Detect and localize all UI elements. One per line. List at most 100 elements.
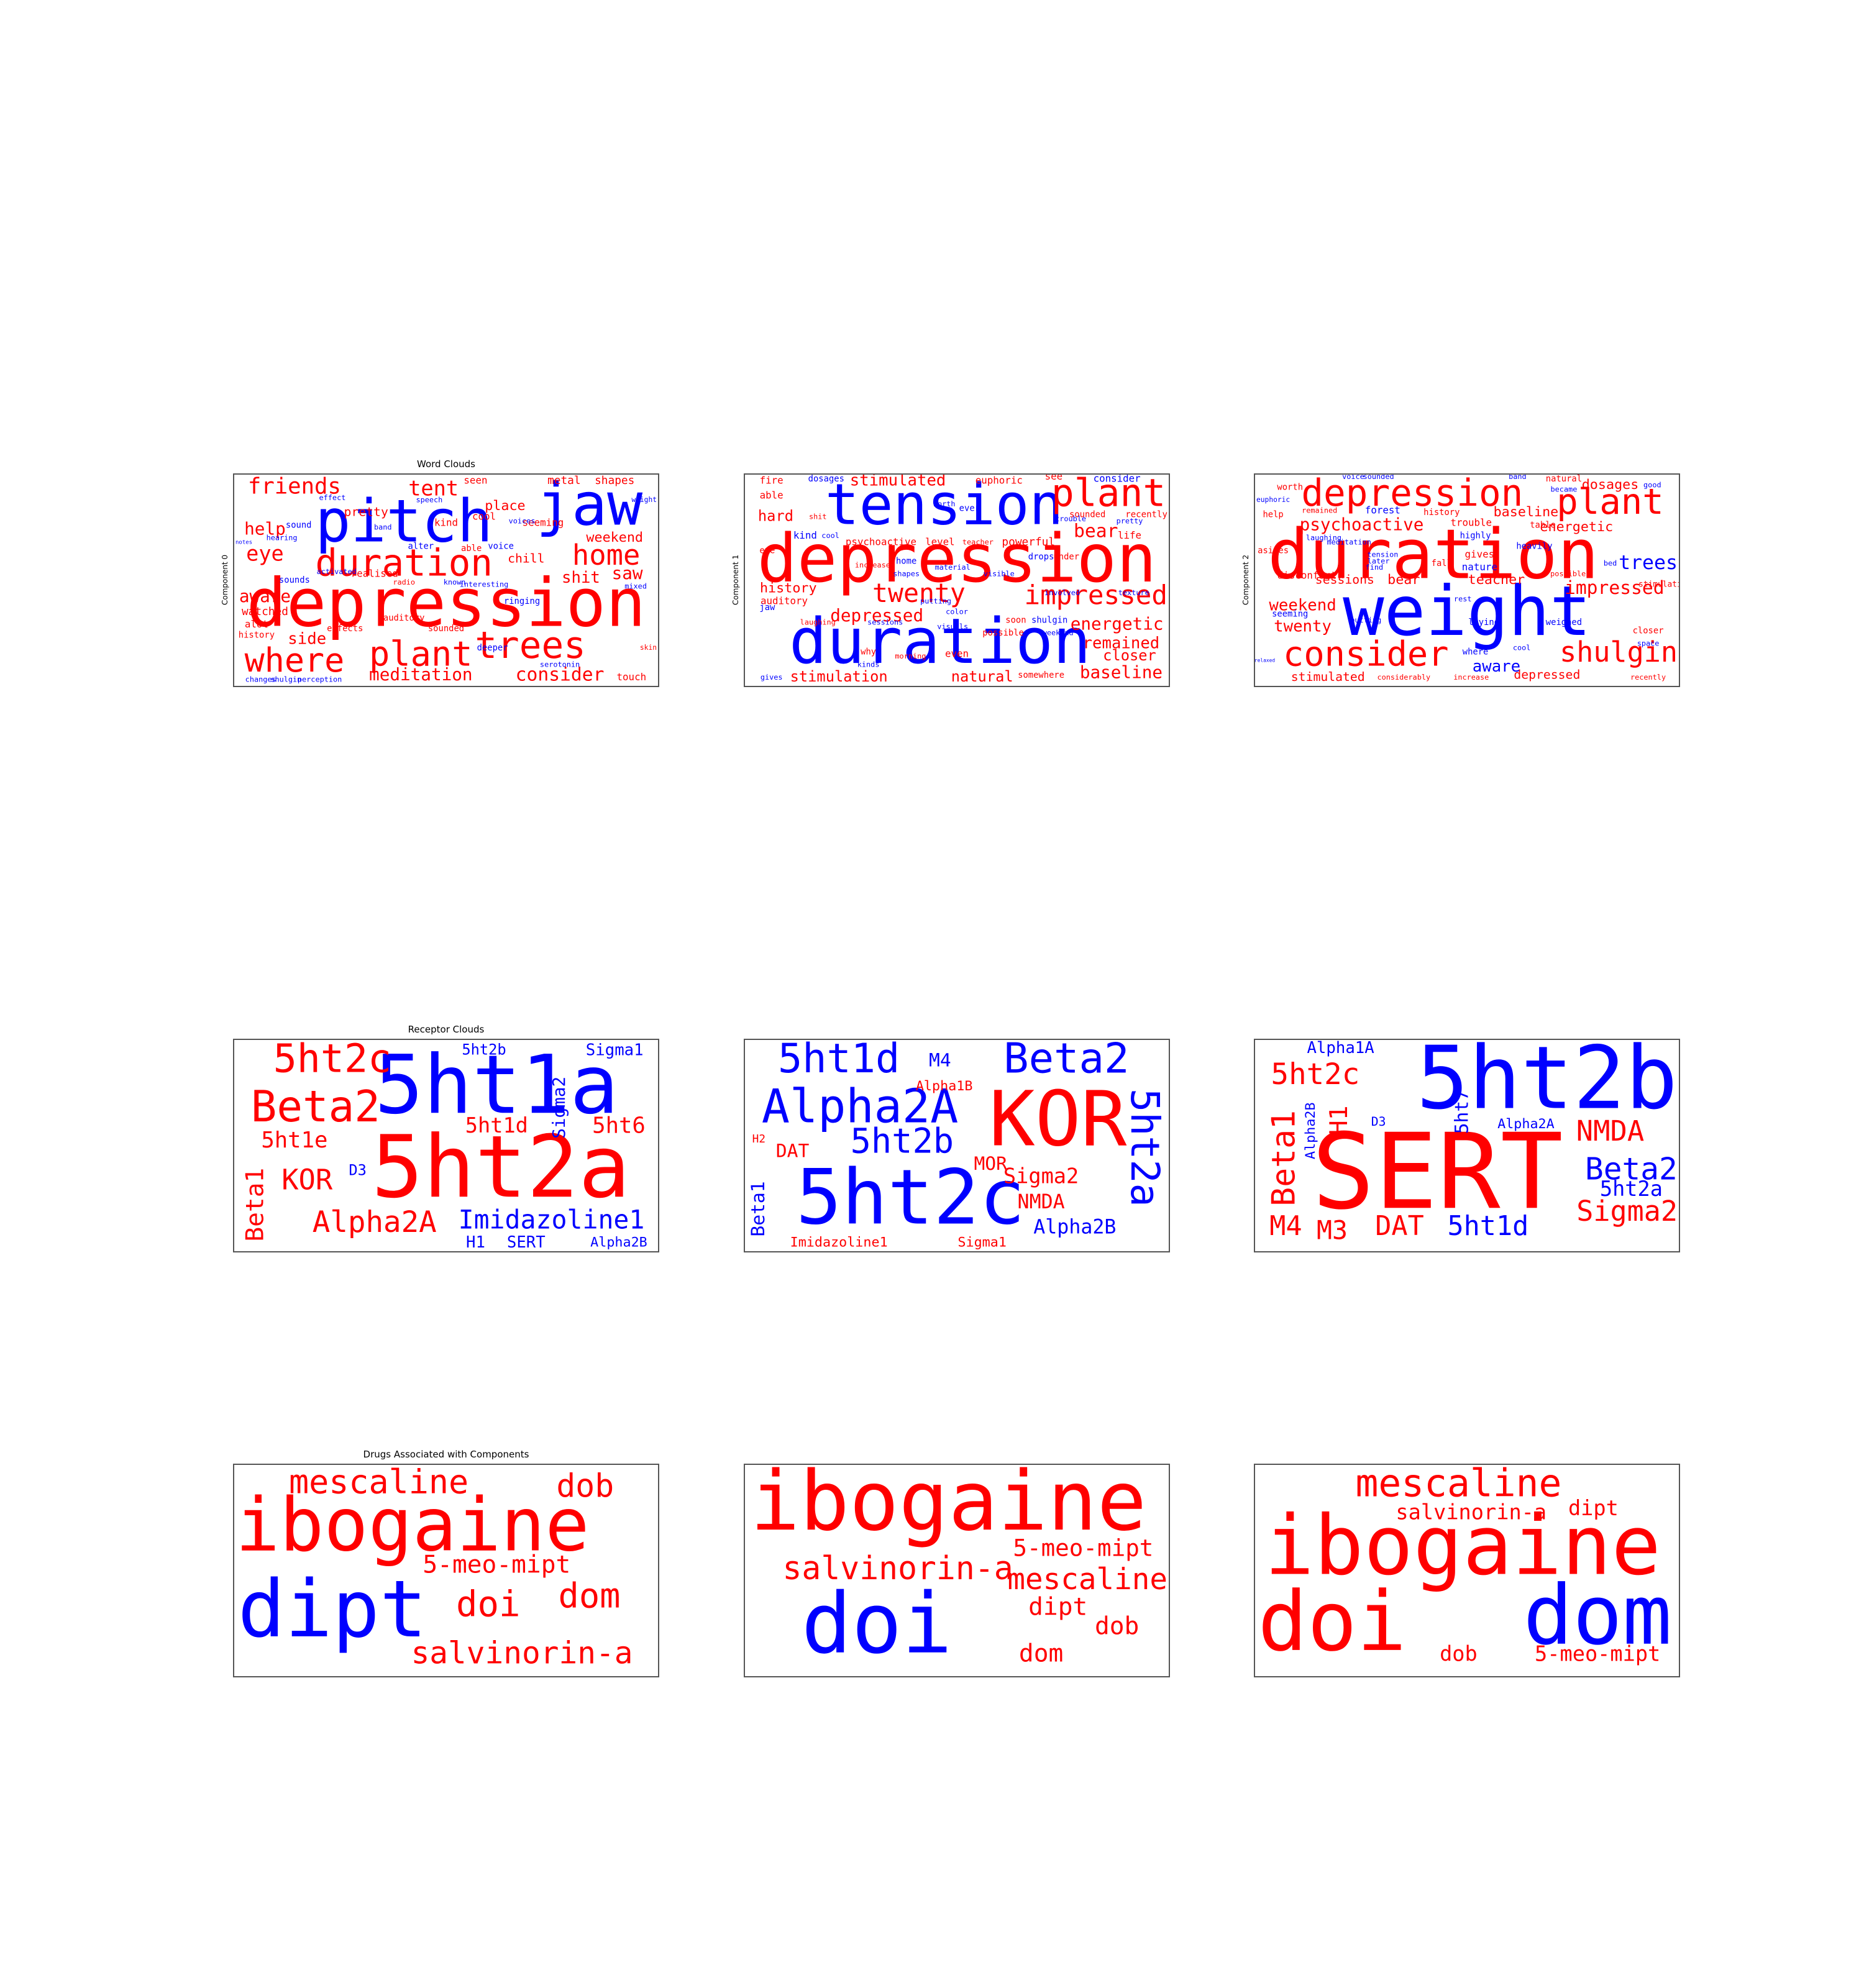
cloud-word: dom [559, 1576, 621, 1616]
section-title: Word Clouds [417, 458, 475, 470]
cloud-word: doi [1258, 1574, 1406, 1670]
cloud-word: doi [456, 1583, 521, 1625]
cloud-word: trouble [1055, 514, 1086, 523]
cloud-word: sessions [867, 618, 903, 627]
cloud-word: salvinorin-a [782, 1550, 1013, 1587]
cloud-word: M4 [1269, 1211, 1302, 1242]
cloud-word: table [1530, 521, 1556, 531]
cloud-word: 5ht2a [1122, 1088, 1168, 1206]
cloud-word: jaw [759, 603, 775, 613]
cloud-word: auditory [383, 613, 425, 623]
cloud-word: trouble [1450, 517, 1492, 529]
cloud-word: consider [1283, 635, 1448, 675]
wordcloud-panel: duration weight depression plant consider shu… [1254, 473, 1680, 687]
cloud-word: dob [1440, 1642, 1478, 1666]
cloud-word: remained [1302, 506, 1337, 514]
cloud-word: dipt [1028, 1593, 1087, 1621]
cloud-word: shit [562, 568, 600, 587]
cloud-word: Sigma2 [549, 1077, 569, 1139]
cloud-word: morning [895, 652, 926, 660]
cloud-word: closer [1633, 626, 1664, 636]
cloud-word: dom [1019, 1639, 1063, 1668]
cloud-word: 5ht7 [1451, 1090, 1473, 1134]
cloud-word: relaxed [1255, 658, 1275, 663]
cloud-word: material [935, 563, 971, 572]
wordcloud-svg: depressiondurationtensionplantimpressedt… [757, 475, 1167, 685]
cloud-word: alter [408, 542, 434, 552]
cloud-word: Beta2 [1003, 1040, 1129, 1083]
cloud-word: D3 [349, 1161, 367, 1179]
cloud-word: saw [612, 563, 643, 583]
cloud-word: worth [1277, 482, 1303, 492]
cloud-word: weighed [1546, 618, 1582, 627]
cloud-word: Beta1 [747, 1181, 769, 1236]
cloud-word: natural [951, 668, 1013, 685]
cloud-word: radio [393, 578, 415, 586]
cloud-word: Imidazoline1 [790, 1234, 888, 1250]
cloud-word: laughing [800, 618, 836, 627]
cloud-word: became [1551, 485, 1578, 493]
cloud-word: bear [1387, 572, 1420, 588]
cloud-word: able [461, 544, 482, 554]
wordcloud-panel: KOR 5ht2c Alpha2A Beta2 5ht1d 5ht2b 5ht2a Sigma… [744, 1039, 1170, 1252]
cloud-word: shulgin [270, 675, 301, 683]
cloud-word: euphoric [1256, 496, 1290, 504]
cloud-word: Imidazoline1 [459, 1204, 645, 1234]
wordcloud-panel: 5ht1a 5ht2a 5ht2c Beta2 Alpha2A Imidazoline1 K… [233, 1039, 659, 1252]
cloud-word: perception [298, 675, 342, 683]
wordcloud-panel: ibogaine dipt mescaline dob 5-meo-mipt dom doi… [233, 1464, 659, 1677]
cloud-word: involved [1044, 588, 1080, 597]
cloud-word: Beta1 [240, 1168, 269, 1242]
wordcloud-panel: ibogaine doi dom mescaline salvinorin-a dipt d… [1254, 1464, 1680, 1677]
cloud-word: 5ht6 [592, 1113, 646, 1138]
cloud-word: color [946, 608, 968, 616]
cloud-word: hard [758, 508, 793, 525]
cloud-word: nature [1462, 561, 1497, 573]
cloud-word: Alpha2B [590, 1234, 647, 1250]
cloud-word: pretty [1117, 516, 1143, 525]
cloud-word: Beta2 [251, 1082, 380, 1132]
cloud-word: putting [1350, 616, 1381, 624]
cloud-word: dob [556, 1467, 614, 1505]
cloud-word: stimulation [1638, 580, 1679, 589]
cloud-word: H1 [1325, 1105, 1353, 1135]
cloud-word: 5ht2c [273, 1040, 391, 1082]
cloud-word: kinds [857, 660, 880, 669]
cloud-word: NMDA [1576, 1115, 1644, 1147]
cloud-word: 5ht2b [462, 1041, 506, 1059]
cloud-word: stimulation [790, 668, 888, 685]
cloud-word: heavily [1516, 542, 1552, 552]
cloud-word: see [1045, 475, 1063, 482]
cloud-word: Sigma1 [957, 1234, 1007, 1250]
cloud-word: chill [508, 552, 544, 566]
cloud-word: space [1637, 639, 1660, 648]
cloud-word: doi [802, 1575, 953, 1672]
cloud-word: alot [245, 618, 268, 630]
cloud-word: dosages [1582, 477, 1639, 493]
cloud-word: laying [1468, 618, 1499, 627]
figure: Word Clouds Component 0 depression pitch jaw… [0, 0, 1864, 1988]
cloud-word: Sigma2 [1003, 1164, 1079, 1188]
cloud-word: bed [1604, 559, 1617, 567]
cloud-word: possible [982, 628, 1024, 638]
cloud-word: putting [920, 597, 951, 606]
cloud-word: even [945, 648, 969, 660]
cloud-word: watched [242, 605, 288, 618]
cloud-word: visuals [937, 622, 968, 631]
cloud-word: DAT [776, 1140, 810, 1162]
cloud-word: Alpha2B [1303, 1102, 1318, 1159]
cloud-word: side [288, 630, 326, 649]
wordcloud-svg: ibogainediptmescaline dob5-meo-miptdomdoi… [235, 1465, 633, 1671]
cloud-word: 5ht2b [851, 1122, 954, 1162]
cloud-word: band [1509, 475, 1527, 481]
cloud-word: help [1263, 510, 1283, 520]
cloud-word: tension [1367, 550, 1398, 559]
cloud-word: 5ht1d [778, 1040, 900, 1082]
cloud-word: weekend [1043, 629, 1074, 637]
cloud-word: gives [761, 673, 783, 682]
cloud-word: effect [319, 493, 346, 502]
cloud-word: dosages [808, 475, 844, 484]
cloud-word: considerably [1377, 673, 1430, 682]
cloud-word: disconfort [1277, 570, 1336, 581]
cloud-word: hearing [267, 534, 298, 542]
